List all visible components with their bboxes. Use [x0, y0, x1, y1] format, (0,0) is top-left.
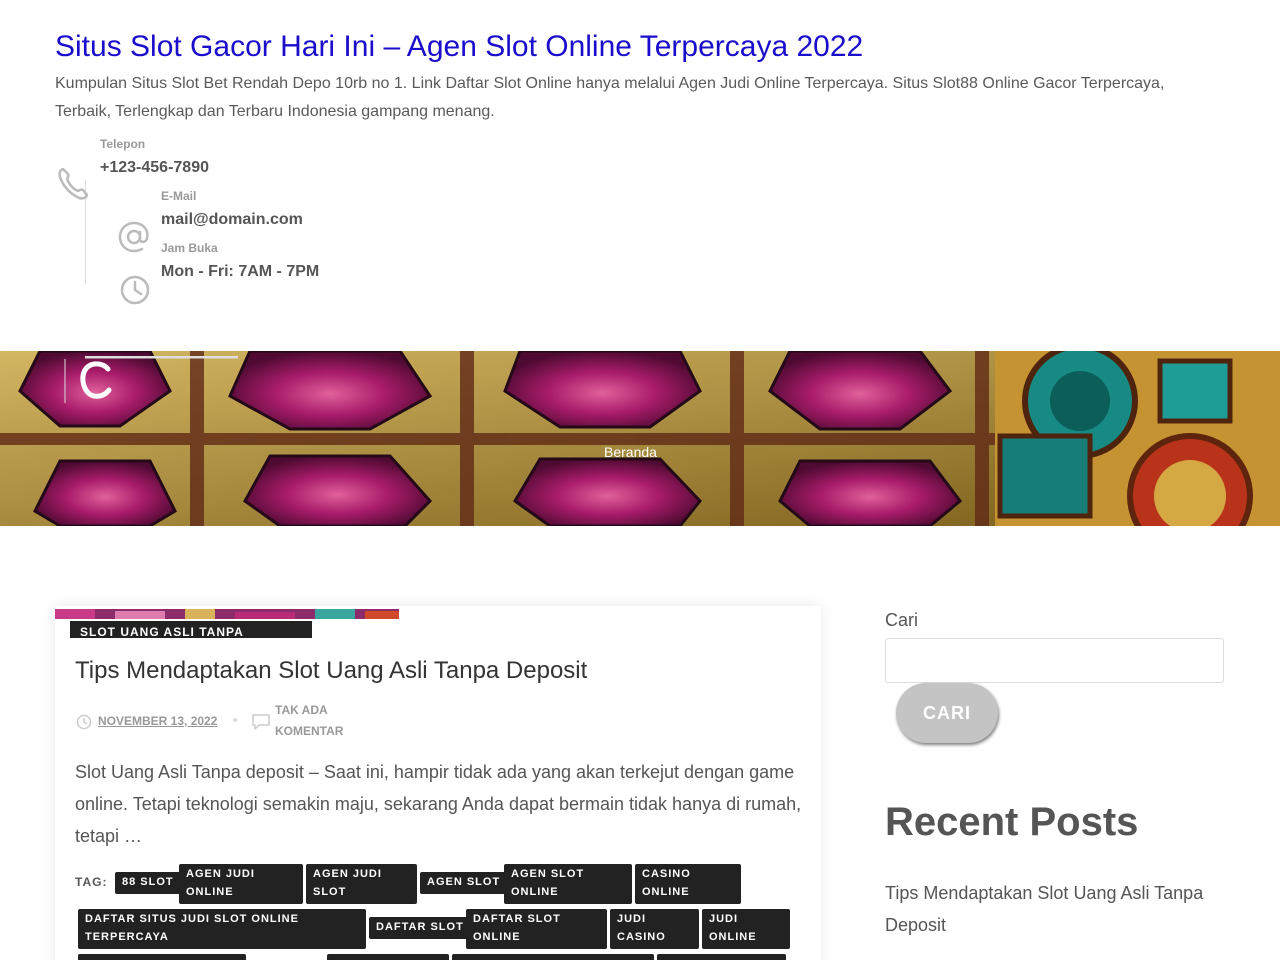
comment-icon: [251, 713, 271, 736]
tag-link[interactable]: CASINO ONLINE: [635, 864, 741, 904]
breadcrumb-home[interactable]: Beranda: [604, 444, 657, 460]
search-input[interactable]: [885, 638, 1224, 683]
contact-hours: Jam Buka Mon - Fri: 7AM - 7PM: [161, 241, 319, 281]
tag-link[interactable]: DAFTAR SLOT ONLINE: [466, 909, 607, 949]
tag-link[interactable]: AGEN JUDI SLOT: [306, 864, 417, 904]
contact-email: E-Mail mail@domain.com: [161, 189, 303, 229]
tag-link[interactable]: 88 SLOT: [115, 872, 181, 894]
post-title-link[interactable]: Tips Mendaptakan Slot Uang Asli Tanpa De…: [75, 657, 587, 685]
post-category-badge[interactable]: SLOT UANG ASLI TANPA: [70, 621, 312, 638]
tag-link[interactable]: [78, 954, 246, 960]
tag-link[interactable]: JUDI CASINO: [610, 909, 699, 949]
tag-link[interactable]: [327, 954, 449, 960]
site-title-link[interactable]: Situs Slot Gacor Hari Ini – Agen Slot On…: [55, 30, 863, 64]
tag-link[interactable]: AGEN SLOT: [420, 872, 508, 894]
meta-separator: [233, 718, 237, 722]
search-button[interactable]: CARI: [896, 683, 998, 743]
tag-link[interactable]: AGEN SLOT ONLINE: [504, 864, 632, 904]
contact-phone-label: Telepon: [100, 137, 146, 151]
post-thumbnail[interactable]: [55, 606, 399, 619]
tag-link[interactable]: DAFTAR SLOT: [369, 917, 471, 939]
post-date[interactable]: NOVEMBER 13, 2022: [98, 714, 217, 728]
calendar-icon: [76, 714, 92, 735]
recent-posts-heading: Recent Posts: [885, 800, 1139, 844]
contact-email-value: mail@domain.com: [161, 211, 303, 228]
contact-hours-value: Mon - Fri: 7AM - 7PM: [161, 263, 320, 280]
tag-link[interactable]: AGEN JUDI ONLINE: [179, 864, 303, 904]
contact-phone: Telepon +123-456-7890: [100, 137, 209, 177]
tag-link[interactable]: DAFTAR SITUS JUDI SLOT ONLINE TERPERCAYA: [78, 909, 366, 949]
site-description: Kumpulan Situs Slot Bet Rendah Depo 10rb…: [55, 75, 1165, 120]
contact-hours-label: Jam Buka: [161, 241, 218, 255]
contact-email-label: E-Mail: [161, 189, 197, 203]
tag-link[interactable]: [452, 954, 654, 960]
clock-icon: [120, 275, 150, 310]
phone-icon: [56, 166, 90, 207]
post-excerpt: Slot Uang Asli Tanpa deposit – Saat ini,…: [75, 762, 802, 846]
post-comments-link[interactable]: TAK ADA KOMENTAR: [275, 700, 365, 742]
at-icon: [118, 221, 150, 258]
site-logo[interactable]: [64, 355, 240, 411]
contact-phone-value: +123-456-7890: [100, 159, 209, 176]
search-label: Cari: [885, 610, 919, 630]
tag-link[interactable]: JUDI ONLINE: [702, 909, 790, 949]
tags-label: TAG:: [75, 875, 108, 889]
recent-post-link[interactable]: Tips Mendaptakan Slot Uang Asli Tanpa De…: [885, 877, 1225, 941]
tag-link[interactable]: [657, 954, 786, 960]
